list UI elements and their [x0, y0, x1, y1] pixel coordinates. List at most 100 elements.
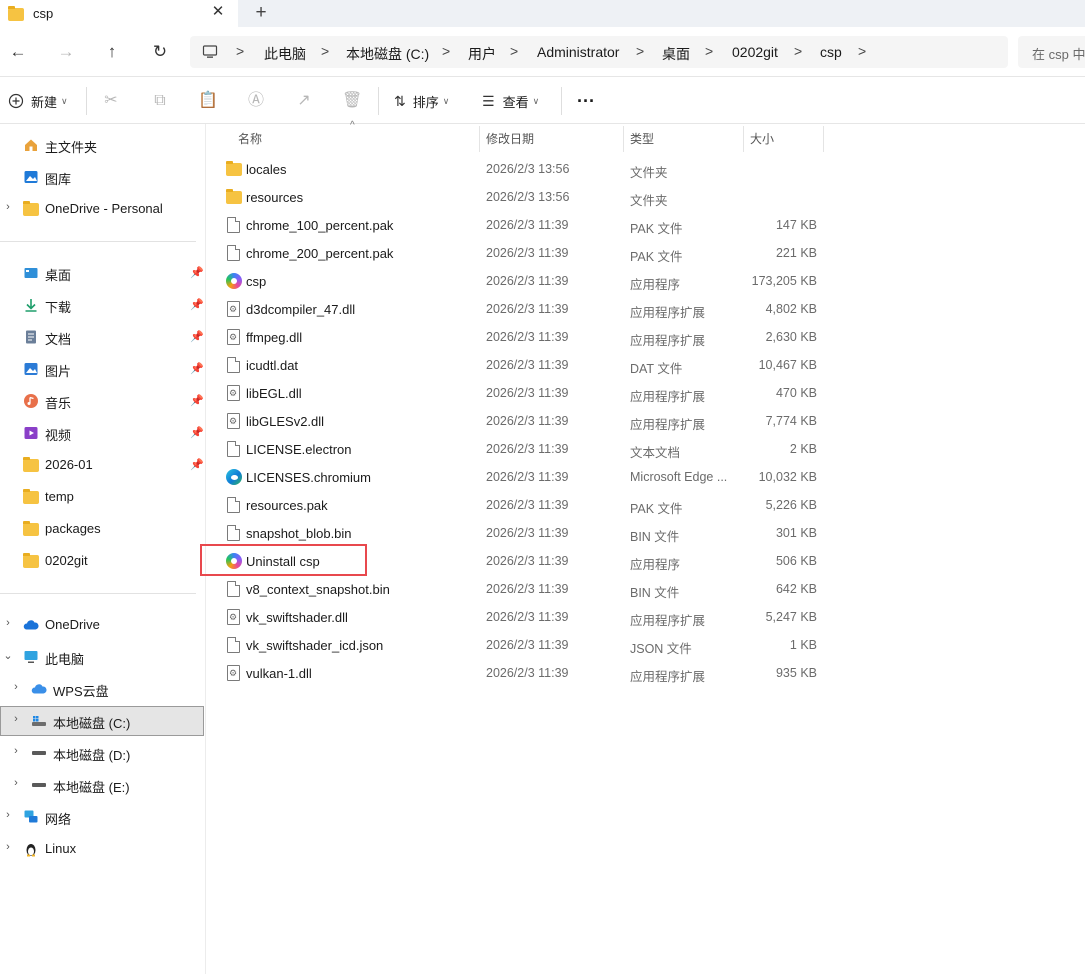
sidebar-item-documents[interactable]: 文档 📌: [0, 322, 204, 352]
pin-icon[interactable]: 📌: [190, 394, 204, 407]
column-header-date[interactable]: 修改日期: [486, 130, 534, 147]
copy-icon[interactable]: ⧉: [150, 91, 170, 111]
sidebar-item-desktop[interactable]: 桌面 📌: [0, 258, 204, 288]
pin-icon[interactable]: 📌: [190, 426, 204, 439]
sidebar-item-drive-d[interactable]: › 本地磁盘 (D:): [0, 738, 204, 768]
chevron-down-icon[interactable]: ⌄: [3, 649, 13, 662]
file-row[interactable]: vk_swiftshader_icd.json 2026/2/3 11:39 JSO…: [207, 631, 1085, 659]
sidebar-item-0202git[interactable]: 0202git: [0, 546, 204, 576]
chevron-right-icon[interactable]: ›: [3, 841, 13, 853]
sidebar-item-music[interactable]: 音乐 📌: [0, 386, 204, 416]
up-button[interactable]: ↑: [100, 41, 124, 63]
pin-icon[interactable]: 📌: [190, 458, 204, 471]
chevron-right-icon[interactable]: ›: [3, 201, 13, 213]
chevron-right-icon[interactable]: ›: [11, 777, 21, 789]
paste-icon[interactable]: 📋: [198, 91, 218, 111]
breadcrumb-item[interactable]: 此电脑: [264, 44, 306, 64]
sidebar-item-downloads[interactable]: 下载 📌: [0, 290, 204, 320]
breadcrumb-separator: >: [705, 43, 714, 59]
file-row[interactable]: libGLESv2.dll 2026/2/3 11:39 应用程序扩展 7,774 K…: [207, 407, 1085, 435]
chevron-right-icon[interactable]: ›: [11, 681, 21, 693]
file-row[interactable]: vk_swiftshader.dll 2026/2/3 11:39 应用程序扩展 5,…: [207, 603, 1085, 631]
sidebar-item-network[interactable]: › 网络: [0, 802, 204, 832]
more-options-button[interactable]: ···: [577, 89, 595, 113]
column-header-type[interactable]: 类型: [630, 130, 654, 147]
pin-icon[interactable]: 📌: [190, 266, 204, 279]
pin-icon[interactable]: 📌: [190, 298, 204, 311]
file-row[interactable]: vulkan-1.dll 2026/2/3 11:39 应用程序扩展 935 KB: [207, 659, 1085, 687]
breadcrumb-item[interactable]: 0202git: [732, 44, 778, 60]
file-row[interactable]: v8_context_snapshot.bin 2026/2/3 11:39 BIN…: [207, 575, 1085, 603]
delete-icon[interactable]: 🗑: [342, 91, 362, 111]
cut-icon[interactable]: ✂: [101, 91, 121, 111]
share-icon[interactable]: ↗: [294, 91, 314, 111]
file-row[interactable]: chrome_100_percent.pak 2026/2/3 11:39 PAK …: [207, 211, 1085, 239]
close-tab-icon[interactable]: ✕: [209, 3, 227, 21]
rename-icon[interactable]: Ⓐ: [246, 91, 266, 111]
file-name: v8_context_snapshot.bin: [246, 582, 390, 597]
sidebar-item-videos[interactable]: 视频 📌: [0, 418, 204, 448]
file-row[interactable]: resources 2026/2/3 13:56 文件夹: [207, 183, 1085, 211]
file-row[interactable]: icudtl.dat 2026/2/3 11:39 DAT 文件 10,467 KB: [207, 351, 1085, 379]
chevron-right-icon[interactable]: ›: [11, 745, 21, 757]
file-row[interactable]: libEGL.dll 2026/2/3 11:39 应用程序扩展 470 KB: [207, 379, 1085, 407]
sidebar-item-2026-01[interactable]: 2026-01 📌: [0, 450, 204, 480]
column-header-size[interactable]: 大小: [750, 130, 774, 147]
sort-button[interactable]: ⇅ 排序 ∨: [394, 89, 449, 113]
sidebar-item-label: 主文件夹: [45, 140, 98, 155]
refresh-button[interactable]: ↻: [148, 41, 172, 63]
new-button[interactable]: 新建 ∨: [8, 89, 68, 113]
sidebar-item-wps-cloud[interactable]: › WPS云盘: [0, 674, 204, 704]
breadcrumb-item[interactable]: 本地磁盘 (C:): [346, 44, 429, 64]
sidebar-item-drive-e[interactable]: › 本地磁盘 (E:): [0, 770, 204, 800]
file-row[interactable]: d3dcompiler_47.dll 2026/2/3 11:39 应用程序扩展 4,…: [207, 295, 1085, 323]
chevron-right-icon[interactable]: ›: [3, 617, 13, 629]
file-row[interactable]: LICENSE.electron 2026/2/3 11:39 文本文档 2 KB: [207, 435, 1085, 463]
file-row[interactable]: snapshot_blob.bin 2026/2/3 11:39 BIN 文件 301…: [207, 519, 1085, 547]
file-row[interactable]: csp 2026/2/3 11:39 应用程序 173,205 KB: [207, 267, 1085, 295]
column-separator[interactable]: [479, 126, 480, 152]
forward-button[interactable]: →: [54, 41, 78, 63]
pin-icon[interactable]: 📌: [190, 330, 204, 343]
new-tab-button[interactable]: +: [250, 2, 272, 24]
breadcrumb-item[interactable]: 桌面: [662, 44, 690, 64]
sidebar-item-home[interactable]: 主文件夹: [0, 130, 204, 160]
column-header-name[interactable]: 名称: [238, 130, 262, 147]
file-row[interactable]: LICENSES.chromium 2026/2/3 11:39 Microsoft…: [207, 463, 1085, 491]
sidebar-item-packages[interactable]: packages: [0, 514, 204, 544]
file-row[interactable]: resources.pak 2026/2/3 11:39 PAK 文件 5,226 K…: [207, 491, 1085, 519]
sidebar-item-this-pc[interactable]: ⌄ 此电脑: [0, 642, 204, 672]
sidebar-item-pictures[interactable]: 图片 📌: [0, 354, 204, 384]
sidebar-item-temp[interactable]: temp: [0, 482, 204, 512]
file-row[interactable]: chrome_200_percent.pak 2026/2/3 11:39 PAK …: [207, 239, 1085, 267]
sidebar-item-linux[interactable]: › Linux: [0, 834, 204, 864]
address-bar[interactable]: > 此电脑 > 本地磁盘 (C:) > 用户 > Administrator >…: [190, 36, 1008, 68]
sidebar-item-drive-c[interactable]: › 本地磁盘 (C:): [0, 706, 204, 736]
search-input[interactable]: 在 csp 中: [1018, 36, 1085, 68]
sidebar-item-gallery[interactable]: 图库: [0, 162, 204, 192]
sidebar-divider: [0, 241, 196, 242]
column-separator[interactable]: [623, 126, 624, 152]
sidebar-item-label: 图库: [45, 172, 72, 187]
folder-icon: [226, 161, 242, 177]
column-separator[interactable]: [823, 126, 824, 152]
file-name: snapshot_blob.bin: [246, 526, 352, 541]
navigation-bar: ← → ↑ ↻ > 此电脑 > 本地磁盘 (C:) > 用户 > Adminis…: [0, 27, 1085, 77]
breadcrumb-item[interactable]: 用户: [468, 44, 496, 64]
file-row[interactable]: Uninstall csp 2026/2/3 11:39 应用程序 506 KB: [207, 547, 1085, 575]
breadcrumb-item[interactable]: csp: [820, 44, 842, 60]
back-button[interactable]: ←: [6, 41, 30, 63]
tab-csp[interactable]: csp ✕: [0, 0, 238, 27]
breadcrumb-item[interactable]: Administrator: [537, 44, 619, 60]
breadcrumb-separator: >: [794, 43, 803, 59]
file-row[interactable]: ffmpeg.dll 2026/2/3 11:39 应用程序扩展 2,630 KB: [207, 323, 1085, 351]
column-separator[interactable]: [743, 126, 744, 152]
view-button[interactable]: ☰ 查看 ∨: [482, 89, 539, 113]
pin-icon[interactable]: 📌: [190, 362, 204, 375]
sidebar-item-onedrive-personal[interactable]: › OneDrive - Personal: [0, 194, 204, 224]
chevron-right-icon[interactable]: ›: [11, 713, 21, 725]
file-icon: [226, 245, 242, 261]
file-row[interactable]: locales 2026/2/3 13:56 文件夹: [207, 155, 1085, 183]
sidebar-item-onedrive[interactable]: › OneDrive: [0, 610, 204, 640]
chevron-right-icon[interactable]: ›: [3, 809, 13, 821]
